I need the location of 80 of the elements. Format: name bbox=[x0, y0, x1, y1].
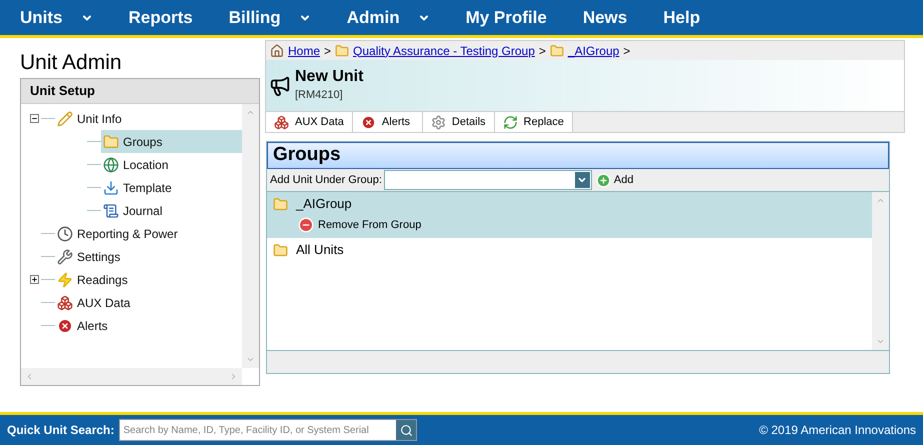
tree-item[interactable]: Groups bbox=[101, 130, 242, 153]
dropdown-caret-icon[interactable] bbox=[574, 172, 590, 188]
tree-item[interactable]: Journal bbox=[101, 199, 242, 222]
group-name: _AIGroup bbox=[296, 195, 352, 214]
panel-header: Unit Setup bbox=[21, 79, 259, 104]
scroll-down-icon[interactable] bbox=[246, 355, 255, 364]
nav-item[interactable]: Units bbox=[20, 4, 92, 30]
group-name: All Units bbox=[296, 241, 344, 260]
minus-circle-icon bbox=[298, 217, 314, 233]
clock-icon bbox=[57, 226, 73, 242]
nav-item[interactable]: My Profile bbox=[466, 4, 547, 30]
toolbar-button[interactable]: Details bbox=[422, 112, 495, 132]
wrench-icon bbox=[57, 248, 73, 264]
folder-icon bbox=[273, 196, 288, 212]
tree-item[interactable]: Reporting & Power bbox=[55, 222, 242, 245]
toolbar-button[interactable]: Replace bbox=[494, 112, 573, 132]
tree-item[interactable]: Alerts bbox=[55, 314, 242, 337]
scroll-icon bbox=[103, 202, 119, 218]
alert-icon bbox=[360, 114, 376, 130]
expand-toggle[interactable] bbox=[30, 275, 38, 284]
breadcrumb-separator: > bbox=[538, 42, 546, 60]
toolbar-button[interactable]: AUX Data bbox=[266, 112, 353, 132]
add-button[interactable]: Add bbox=[596, 172, 634, 188]
collapse-toggle[interactable] bbox=[30, 114, 38, 123]
group-row[interactable]: _AIGroup Remove From Group bbox=[267, 192, 872, 238]
tree-item[interactable]: Unit Info bbox=[55, 107, 242, 130]
breadcrumb-separator: > bbox=[623, 42, 630, 60]
boxes-icon bbox=[274, 114, 289, 130]
folder-icon bbox=[335, 44, 350, 58]
scroll-right-icon[interactable] bbox=[229, 372, 238, 381]
breadcrumb-separator: > bbox=[324, 42, 332, 60]
vertical-scrollbar[interactable] bbox=[872, 192, 889, 350]
breadcrumb-link[interactable]: _AIGroup bbox=[568, 42, 620, 60]
nav-item[interactable]: Billing bbox=[228, 4, 311, 30]
minus-icon bbox=[30, 115, 38, 122]
scroll-up-icon[interactable] bbox=[876, 196, 885, 205]
download-icon bbox=[103, 180, 119, 196]
search-icon[interactable] bbox=[396, 420, 416, 440]
horizontal-scrollbar[interactable] bbox=[21, 368, 242, 385]
nav-item[interactable]: Admin bbox=[346, 4, 430, 30]
breadcrumb-link[interactable]: Home bbox=[288, 42, 320, 60]
toolbar-button[interactable]: Alerts bbox=[352, 112, 423, 132]
folder-icon bbox=[103, 134, 119, 150]
gear-icon bbox=[430, 114, 446, 130]
megaphone-icon bbox=[269, 74, 291, 96]
group-row[interactable]: All Units bbox=[267, 238, 872, 262]
panel-header: Groups bbox=[267, 142, 889, 169]
tree-item[interactable]: Settings bbox=[55, 245, 242, 268]
breadcrumb-link[interactable]: Quality Assurance - Testing Group bbox=[353, 42, 535, 60]
globe-icon bbox=[103, 156, 119, 172]
search-label: Quick Unit Search: bbox=[7, 422, 114, 439]
group-dropdown[interactable] bbox=[384, 170, 592, 190]
nav-item[interactable]: Help bbox=[663, 4, 700, 30]
tree-item[interactable]: AUX Data bbox=[55, 291, 242, 314]
scroll-down-icon[interactable] bbox=[876, 337, 885, 346]
nav-item[interactable]: Reports bbox=[128, 4, 193, 30]
plus-circle-icon bbox=[596, 172, 611, 188]
nav-item[interactable]: News bbox=[582, 4, 628, 30]
alert-icon bbox=[57, 318, 73, 334]
pencil-icon bbox=[57, 110, 73, 126]
unit-id: [RM4210] bbox=[295, 88, 344, 104]
copyright: © 2019 American Innovations bbox=[759, 422, 916, 439]
home-icon bbox=[270, 44, 284, 58]
boxes-icon bbox=[57, 294, 73, 310]
page-title: Unit Admin bbox=[20, 50, 123, 76]
scroll-up-icon[interactable] bbox=[246, 108, 255, 117]
field-label: Add Unit Under Group: bbox=[270, 172, 382, 188]
tree-item[interactable]: Location bbox=[101, 153, 242, 176]
tree-item[interactable]: Readings bbox=[55, 268, 242, 291]
search-field[interactable]: Search by Name, ID, Type, Facility ID, or System Serial bbox=[119, 419, 418, 441]
remove-button[interactable]: Remove From Group bbox=[298, 214, 422, 236]
folder-icon bbox=[550, 44, 564, 58]
lightning-icon bbox=[57, 272, 73, 288]
folder-icon bbox=[273, 242, 288, 258]
unit-name: New Unit bbox=[295, 67, 364, 88]
vertical-scrollbar[interactable] bbox=[242, 104, 259, 368]
scroll-left-icon[interactable] bbox=[25, 372, 34, 381]
refresh-icon bbox=[502, 114, 518, 130]
tree-item[interactable]: Template bbox=[101, 176, 242, 199]
plus-icon bbox=[30, 276, 38, 283]
